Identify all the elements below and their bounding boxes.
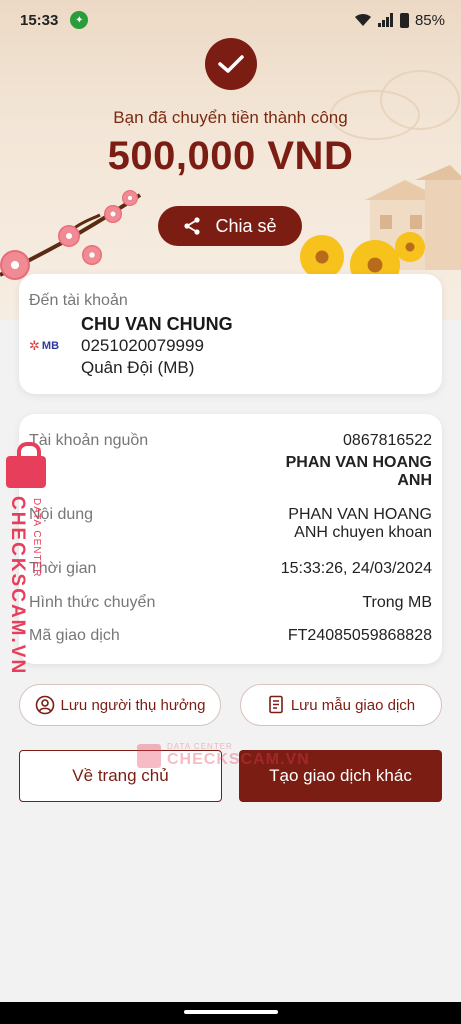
time-value: 15:33:26, 24/03/2024 xyxy=(280,560,432,577)
mb-bank-logo: ✲ MB xyxy=(29,338,60,353)
flower-decoration xyxy=(300,235,344,279)
detail-row-source: Tài khoản nguồn 0867816522 xyxy=(29,432,432,450)
method-value: Trong MB xyxy=(362,594,432,611)
bank-logo-text: MB xyxy=(41,340,60,352)
status-time: 15:33 xyxy=(20,11,59,29)
app-notification-icon: ✦ xyxy=(70,11,89,29)
detail-row-tx-id: Mã giao dịch FT24085059868828 xyxy=(29,627,432,645)
save-template-button[interactable]: Lưu mẫu giao dịch xyxy=(240,684,442,726)
destination-label: Đến tài khoản xyxy=(29,292,128,309)
detail-row-time: Thời gian 15:33:26, 24/03/2024 xyxy=(29,560,432,578)
watermark-side: CHECKSCAM.VN DATA CENTER xyxy=(4,442,50,675)
blossom-decoration xyxy=(122,190,138,206)
watermark-sub: DATA CENTER xyxy=(31,498,42,578)
detail-row-method: Hình thức chuyển Trong MB xyxy=(29,594,432,612)
success-message: Bạn đã chuyển tiền thành công xyxy=(113,108,348,127)
success-check-icon xyxy=(205,38,257,90)
content-value: PHAN VAN HOANG ANH chuyen khoan xyxy=(288,506,432,541)
blossom-decoration xyxy=(58,225,80,247)
system-nav-bar xyxy=(0,1002,461,1024)
transaction-details-card: Tài khoản nguồn 0867816522 PHAN VAN HOAN… xyxy=(19,414,442,664)
flower-decoration xyxy=(395,232,425,262)
home-button[interactable]: Về trang chủ xyxy=(19,750,222,802)
home-gesture-bar[interactable] xyxy=(184,1010,278,1014)
share-label: Chia sẻ xyxy=(215,215,277,236)
new-transaction-button[interactable]: Tạo giao dịch khác xyxy=(239,750,442,802)
recipient-name: CHU VAN CHUNG xyxy=(81,314,233,334)
save-beneficiary-label: Lưu người thụ hưởng xyxy=(60,696,206,714)
save-beneficiary-button[interactable]: Lưu người thụ hưởng xyxy=(19,684,221,726)
wifi-icon xyxy=(354,13,371,26)
source-name: PHAN VAN HOANG ANH xyxy=(285,454,432,489)
source-account: 0867816522 xyxy=(343,432,432,449)
save-template-label: Lưu mẫu giao dịch xyxy=(290,696,416,714)
source-label: Tài khoản nguồn xyxy=(29,432,149,449)
signal-icon xyxy=(377,13,393,27)
tx-value: FT24085059868828 xyxy=(287,627,432,644)
transfer-amount: 500,000 VND xyxy=(107,134,354,178)
share-icon xyxy=(184,217,201,235)
recipient-bank: Quân Đội (MB) xyxy=(81,358,195,377)
blossom-decoration xyxy=(104,205,122,223)
battery-icon xyxy=(399,12,409,28)
detail-row-source-name: PHAN VAN HOANG ANH xyxy=(29,454,432,490)
battery-percent: 85% xyxy=(414,11,445,29)
status-bar: 15:33 ✦ 85% xyxy=(0,0,461,40)
watermark-lock-icon xyxy=(6,442,46,488)
detail-row-content: Nội dung PHAN VAN HOANG ANH chuyen khoan xyxy=(29,506,432,542)
share-button[interactable]: Chia sẻ xyxy=(158,206,302,246)
user-icon xyxy=(35,695,54,715)
destination-card: Đến tài khoản ✲ MB CHU VAN CHUNG 02510200… xyxy=(19,274,442,394)
document-icon xyxy=(269,695,283,714)
recipient-account: 0251020079999 xyxy=(81,336,204,355)
watermark-brand: CHECKSCAM.VN xyxy=(7,496,28,676)
blossom-decoration xyxy=(82,245,102,265)
